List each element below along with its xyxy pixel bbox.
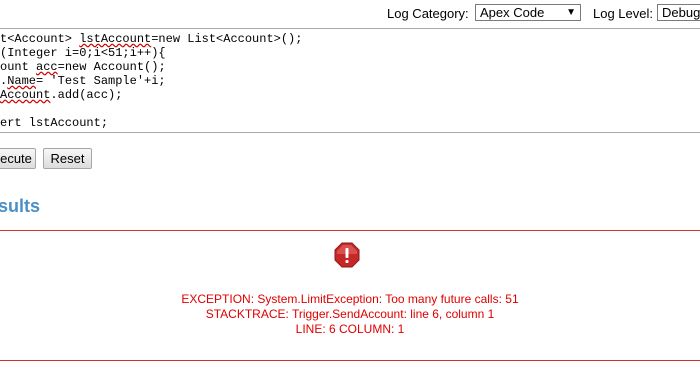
log-level-label: Log Level: — [593, 6, 653, 21]
error-icon — [334, 242, 360, 268]
stacktrace-message: STACKTRACE: Trigger.SendAccount: line 6,… — [205, 307, 495, 321]
log-category-label: Log Category: — [387, 6, 469, 21]
code-line: ert lstAccount; — [0, 116, 109, 130]
results-panel: EXCEPTION: System.LimitException: Too ma… — [0, 230, 700, 361]
log-level-select[interactable]: Debug — [657, 4, 700, 21]
code-line: t<Account> lstAccount=new List<Account>(… — [0, 32, 303, 46]
results-heading: sults — [0, 196, 41, 216]
chevron-down-icon: ▼ — [566, 7, 576, 18]
code-line: ount acc=new Account(); — [0, 60, 166, 74]
log-category-value: Apex Code — [480, 5, 545, 20]
execute-button[interactable]: ecute — [0, 148, 36, 169]
exception-message: EXCEPTION: System.LimitException: Too ma… — [181, 292, 519, 306]
code-line: (Integer i=0;i<51;i++){ — [0, 46, 166, 60]
code-line: .Name= 'Test Sample'+i; — [0, 74, 166, 88]
log-level-value: Debug — [662, 5, 700, 20]
log-toolbar: Log Category: Apex Code ▼ Log Level: Deb… — [0, 0, 700, 27]
line-column-message: LINE: 6 COLUMN: 1 — [295, 322, 405, 336]
code-line: Account.add(acc); — [0, 88, 123, 102]
code-editor[interactable]: t<Account> lstAccount=new List<Account>(… — [0, 28, 700, 133]
reset-button[interactable]: Reset — [43, 148, 92, 169]
log-category-select[interactable]: Apex Code ▼ — [475, 4, 581, 21]
